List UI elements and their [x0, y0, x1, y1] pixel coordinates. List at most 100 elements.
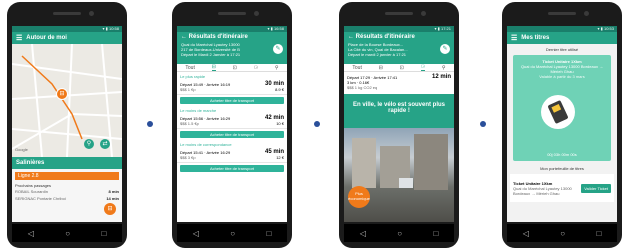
departure-time: 8 min: [108, 189, 119, 194]
result-meta: $$$ 1 €p: [180, 87, 196, 92]
active-ticket[interactable]: Ticket Unitaire 1Xkm Quai du Maréchal Ly…: [513, 55, 611, 161]
wallet-ticket-subtitle: Quai du Maréchal Lyautey 13000 Bordeaux …: [513, 185, 572, 196]
tab-all[interactable]: Tout: [185, 65, 194, 71]
screen-autour-de-moi: ▾ ▮ 10:58 ☰ Autour de moi ⊟ ⚲ ⇄ Google S…: [12, 26, 122, 222]
result-price: 10 €: [276, 121, 284, 126]
departure-time: 14 min: [106, 196, 119, 201]
phone-3: ▾ ▮ 17:21 ← Résultats d'itinéraire Place…: [339, 2, 459, 248]
recents-icon[interactable]: □: [101, 229, 106, 238]
departure-row[interactable]: ROBAIL Sourardin 8 min: [12, 188, 122, 195]
result-duration: 12 min: [431, 74, 451, 80]
top-bar: ☰ Mes titres: [507, 32, 617, 44]
speaker: [218, 12, 246, 15]
section-least-walk: Le moins de marche: [180, 108, 217, 113]
camera: [584, 11, 589, 16]
back-arrow-icon[interactable]: ←: [181, 34, 187, 40]
walk-icon[interactable]: ⚲: [275, 65, 279, 71]
google-logo: Google: [15, 147, 28, 152]
page-title: Résultats d'itinéraire: [188, 34, 248, 40]
screenshot-stage: ▾ ▮ 10:58 ☰ Autour de moi ⊟ ⚲ ⇄ Google S…: [0, 0, 622, 250]
android-navbar: ◁ ○ □: [177, 224, 287, 242]
recents-icon[interactable]: □: [596, 229, 601, 238]
screen-results: ▾ ▮ 16:58 ← Résultats d'itinéraire Quai …: [177, 26, 287, 222]
speaker: [385, 12, 413, 15]
section-wallet: Mon portefeuille de titres: [540, 166, 584, 171]
home-icon[interactable]: ○: [560, 229, 565, 238]
edit-fab[interactable]: ✎: [440, 44, 450, 54]
recents-icon[interactable]: □: [266, 229, 271, 238]
recents-icon[interactable]: □: [433, 229, 438, 238]
screen-my-tickets: ▾ ▮ 10:53 ☰ Mes titres Dernier titre uti…: [507, 26, 617, 222]
result-card[interactable]: Départ 15:49 · Arrivée 16:19 30 min $$$ 1…: [177, 79, 287, 95]
android-navbar: ◁ ○ □: [507, 224, 617, 242]
departure-row[interactable]: SERIGNAC Pontarie Chriboi 14 min: [12, 195, 122, 202]
back-icon[interactable]: ◁: [193, 229, 199, 238]
result-card[interactable]: Départ 15:56 · Arrivée 16:29 42 min $$$ 1…: [177, 113, 287, 129]
speaker: [53, 12, 81, 15]
car-icon[interactable]: ⊡: [400, 65, 404, 71]
itinerary-header: ← Résultats d'itinéraire Place de la Bou…: [344, 32, 454, 64]
bike-icon[interactable]: ⚆: [254, 65, 258, 71]
departure-dest: ROBAIL Sourardin: [15, 189, 48, 194]
camera: [89, 11, 94, 16]
android-navbar: ◁ ○ □: [12, 224, 122, 242]
result-times: Départ 15:41 · Arrivée 16:29: [180, 149, 231, 155]
buy-ticket-button[interactable]: Acheter titre de transport: [180, 165, 284, 172]
bus-icon[interactable]: ⊟: [211, 64, 216, 71]
result-card[interactable]: Départ 17:29 · Arrivée 17:41 12 min 3 km …: [344, 72, 454, 94]
itinerary-header: ← Résultats d'itinéraire Quai du Marécha…: [177, 32, 287, 64]
home-icon[interactable]: ○: [397, 229, 402, 238]
tab-all[interactable]: Tout: [352, 65, 361, 71]
home-icon[interactable]: ○: [65, 229, 70, 238]
stop-name: Salinières: [12, 157, 122, 169]
back-icon[interactable]: ◁: [523, 229, 529, 238]
ticket-date: Valable à partir du 3 mars: [539, 74, 585, 79]
map[interactable]: ⊟ ⚲ ⇄ Google: [12, 44, 122, 157]
menu-icon[interactable]: ☰: [16, 34, 22, 42]
edit-fab[interactable]: ✎: [273, 44, 283, 54]
home-icon[interactable]: ○: [230, 229, 235, 238]
back-arrow-icon[interactable]: ←: [348, 34, 354, 40]
page-title: Autour de moi: [26, 35, 67, 41]
result-price: 8.9 €: [275, 87, 284, 92]
bus-stop-marker[interactable]: ⊟: [56, 88, 68, 100]
back-icon[interactable]: ◁: [360, 229, 366, 238]
departure-time[interactable]: Départ le Mardi 2 Janvier à 17:21: [181, 52, 283, 57]
validate-ticket-button[interactable]: Valider Ticket: [581, 183, 611, 193]
walk-fab[interactable]: ⚲: [84, 139, 94, 149]
bus-icon[interactable]: ⊟: [379, 65, 383, 71]
page-title: Résultats d'itinéraire: [355, 34, 415, 40]
wallet-ticket[interactable]: Ticket Unitaire 1Xkm Quai du Maréchal Ly…: [510, 174, 614, 202]
phone-1: ▾ ▮ 10:58 ☰ Autour de moi ⊟ ⚲ ⇄ Google S…: [7, 2, 127, 248]
result-meta: $$$ 3 €p: [180, 155, 196, 160]
back-icon[interactable]: ◁: [28, 229, 34, 238]
speaker: [548, 12, 576, 15]
phone-2: ▾ ▮ 16:58 ← Résultats d'itinéraire Quai …: [172, 2, 292, 248]
bus-fab[interactable]: ⊟: [104, 203, 116, 215]
promo-text: En ville, le vélo est souvent plus rapid…: [352, 102, 446, 114]
walk-icon[interactable]: ⚲: [442, 65, 446, 71]
result-price: 12 €: [276, 155, 284, 160]
mode-tabs: Tout ⊟ ⊡ ⚆ ⚲: [177, 64, 287, 72]
bike-icon[interactable]: ⚆: [420, 64, 426, 71]
menu-icon[interactable]: ☰: [511, 34, 517, 42]
line-badge: Ligne 2.8: [15, 172, 119, 180]
transfer-fab[interactable]: ⇄: [100, 139, 110, 149]
result-times: Départ 17:29 · Arrivée 17:41: [347, 74, 398, 80]
buy-ticket-button[interactable]: Acheter titre de transport: [180, 97, 284, 104]
result-meta: $$$ 1.5 €p: [180, 121, 199, 126]
top-bar: ☰ Autour de moi: [12, 32, 122, 44]
ticket-subtitle: Quai du Maréchal Lyautey 13000 Bordeaux …: [520, 64, 604, 74]
result-card[interactable]: Départ 15:41 · Arrivée 16:29 45 min $$$ 3…: [177, 147, 287, 163]
separator-dot: [480, 121, 486, 127]
section-last-ticket: Dernier titre utilisé: [545, 47, 579, 52]
departure-time[interactable]: Départ le mardi 2 janvier à 17:21: [348, 52, 450, 57]
buy-ticket-button[interactable]: Acheter titre de transport: [180, 131, 284, 138]
mode-tabs: Tout ⊟ ⊡ ⚆ ⚲: [344, 64, 454, 72]
car-icon[interactable]: ⊡: [233, 65, 237, 71]
android-navbar: ◁ ○ □: [344, 224, 454, 242]
ticket-timer: 00j 03h 00m 00s: [547, 152, 577, 157]
street-photo: Plus économique: [344, 128, 454, 222]
section-least-transfers: Le moins de correspondance: [180, 142, 232, 147]
separator-dot: [147, 121, 153, 127]
